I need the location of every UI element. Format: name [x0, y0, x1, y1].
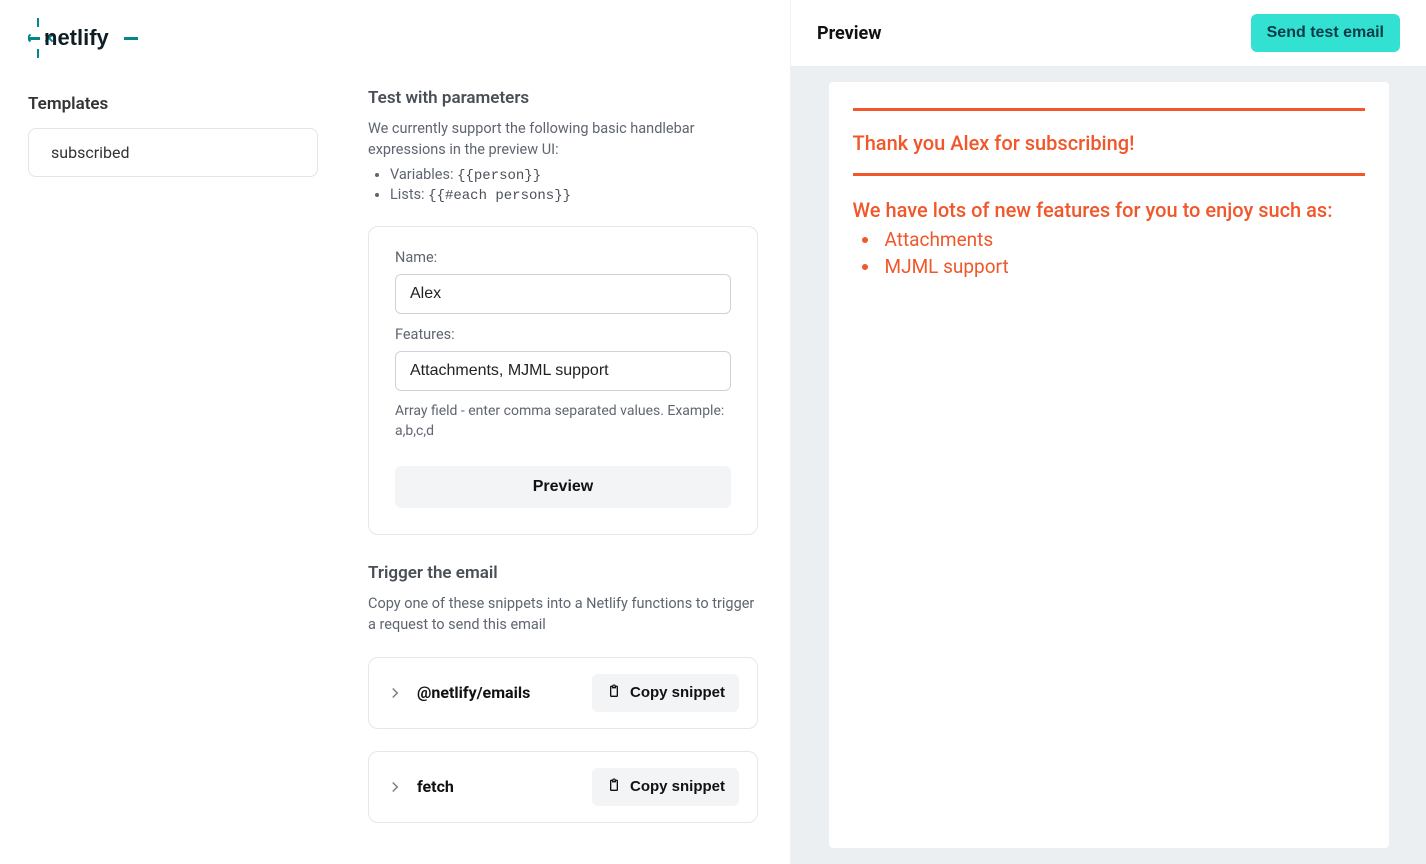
divider [853, 108, 1365, 111]
snippet-name: fetch [417, 777, 454, 796]
name-label: Name: [395, 249, 731, 266]
variables-code: {{person}} [457, 168, 541, 184]
handlebar-expressions-list: Variables: {{person}} Lists: {{#each per… [368, 166, 758, 204]
clipboard-icon [606, 683, 622, 703]
send-test-email-button[interactable]: Send test email [1251, 14, 1400, 52]
email-feature-item: Attachments [881, 228, 1365, 251]
lists-label: Lists: [390, 186, 425, 203]
trigger-heading: Trigger the email [368, 563, 758, 583]
test-params-heading: Test with parameters [368, 88, 758, 108]
email-preview: Thank you Alex for subscribing! We have … [829, 82, 1389, 848]
features-input[interactable] [395, 351, 731, 391]
variables-label: Variables: [390, 166, 453, 183]
snippet-name: @netlify/emails [417, 683, 530, 702]
email-subhead: We have lots of new features for you to … [853, 198, 1365, 222]
email-greeting: Thank you Alex for subscribing! [853, 131, 1365, 155]
name-input[interactable] [395, 274, 731, 314]
features-help: Array field - enter comma separated valu… [395, 401, 731, 442]
chevron-right-icon [387, 685, 403, 701]
copy-snippet-button[interactable]: Copy snippet [592, 674, 739, 712]
snippet-row-netlify-emails[interactable]: @netlify/emails Copy snippet [368, 657, 758, 729]
template-item-subscribed[interactable]: subscribed [28, 128, 318, 177]
copy-snippet-button[interactable]: Copy snippet [592, 768, 739, 806]
preview-title: Preview [817, 23, 881, 44]
copy-snippet-label: Copy snippet [630, 778, 725, 795]
snippet-row-fetch[interactable]: fetch Copy snippet [368, 751, 758, 823]
email-feature-item: MJML support [881, 255, 1365, 278]
divider [853, 173, 1365, 176]
trigger-desc: Copy one of these snippets into a Netlif… [368, 593, 758, 635]
email-features-list: Attachments MJML support [853, 228, 1365, 278]
netlify-logo: netlify [28, 18, 148, 66]
copy-snippet-label: Copy snippet [630, 684, 725, 701]
clipboard-icon [606, 777, 622, 797]
templates-heading: Templates [28, 94, 368, 114]
svg-text:netlify: netlify [44, 25, 110, 50]
features-label: Features: [395, 326, 731, 343]
test-params-desc: We currently support the following basic… [368, 118, 758, 160]
params-panel: Name: Features: Array field - enter comm… [368, 226, 758, 535]
lists-code: {{#each persons}} [428, 188, 571, 204]
preview-button[interactable]: Preview [395, 466, 731, 508]
chevron-right-icon [387, 779, 403, 795]
preview-header: Preview Send test email [791, 0, 1426, 66]
